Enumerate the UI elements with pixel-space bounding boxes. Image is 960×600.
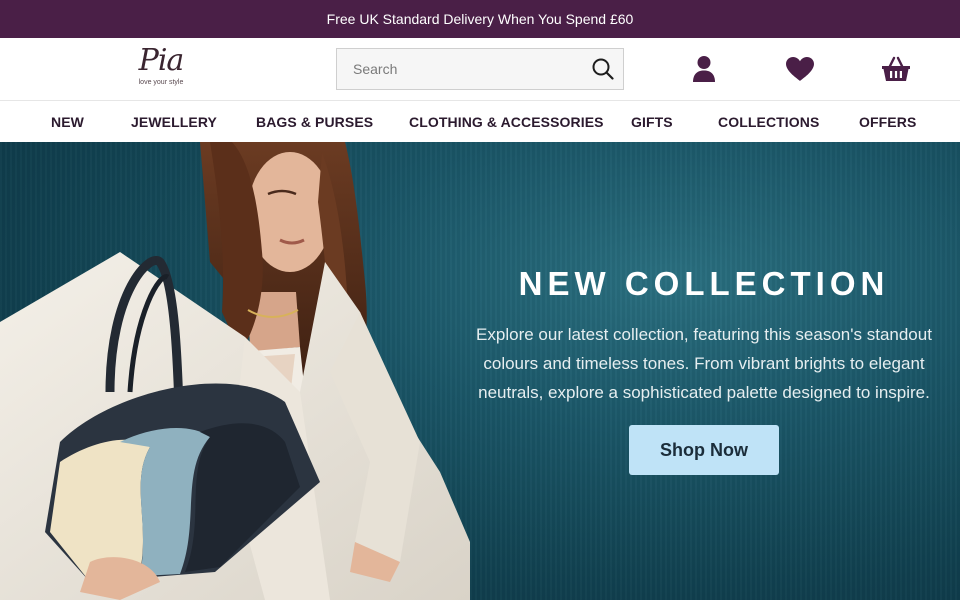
- hero-title: NEW COLLECTION: [518, 265, 890, 302]
- search-box: [336, 48, 624, 90]
- hero-model-image: [0, 142, 470, 600]
- hero-banner: NEW COLLECTION Explore our latest collec…: [0, 142, 960, 600]
- nav-item-bags-purses[interactable]: BAGS & PURSES: [256, 101, 373, 143]
- promo-text: Free UK Standard Delivery When You Spend…: [326, 11, 634, 27]
- nav-item-offers[interactable]: OFFERS: [859, 101, 916, 143]
- basket-icon[interactable]: [879, 52, 913, 86]
- nav-item-collections[interactable]: COLLECTIONS: [718, 101, 819, 143]
- shop-now-button[interactable]: Shop Now: [629, 425, 779, 475]
- nav-item-new[interactable]: NEW: [51, 101, 84, 143]
- heart-icon[interactable]: [783, 52, 817, 86]
- promo-bar: Free UK Standard Delivery When You Spend…: [0, 0, 960, 38]
- search-icon[interactable]: [583, 49, 623, 89]
- hero-copy: NEW COLLECTION Explore our latest collec…: [470, 262, 938, 475]
- logo[interactable]: Pia love your style: [132, 44, 190, 94]
- nav-item-gifts[interactable]: GIFTS: [631, 101, 673, 143]
- main-nav: NEW JEWELLERY BAGS & PURSES CLOTHING & A…: [0, 100, 960, 142]
- site-header: Pia love your style: [0, 38, 960, 100]
- search-input[interactable]: [337, 49, 583, 89]
- nav-item-jewellery[interactable]: JEWELLERY: [131, 101, 217, 143]
- account-icon[interactable]: [687, 52, 721, 86]
- logo-tagline: love your style: [138, 79, 184, 86]
- nav-item-clothing-accessories[interactable]: CLOTHING & ACCESSORIES: [409, 101, 604, 143]
- hero-description: Explore our latest collection, featuring…: [476, 325, 932, 402]
- logo-mark: Pia: [138, 43, 185, 78]
